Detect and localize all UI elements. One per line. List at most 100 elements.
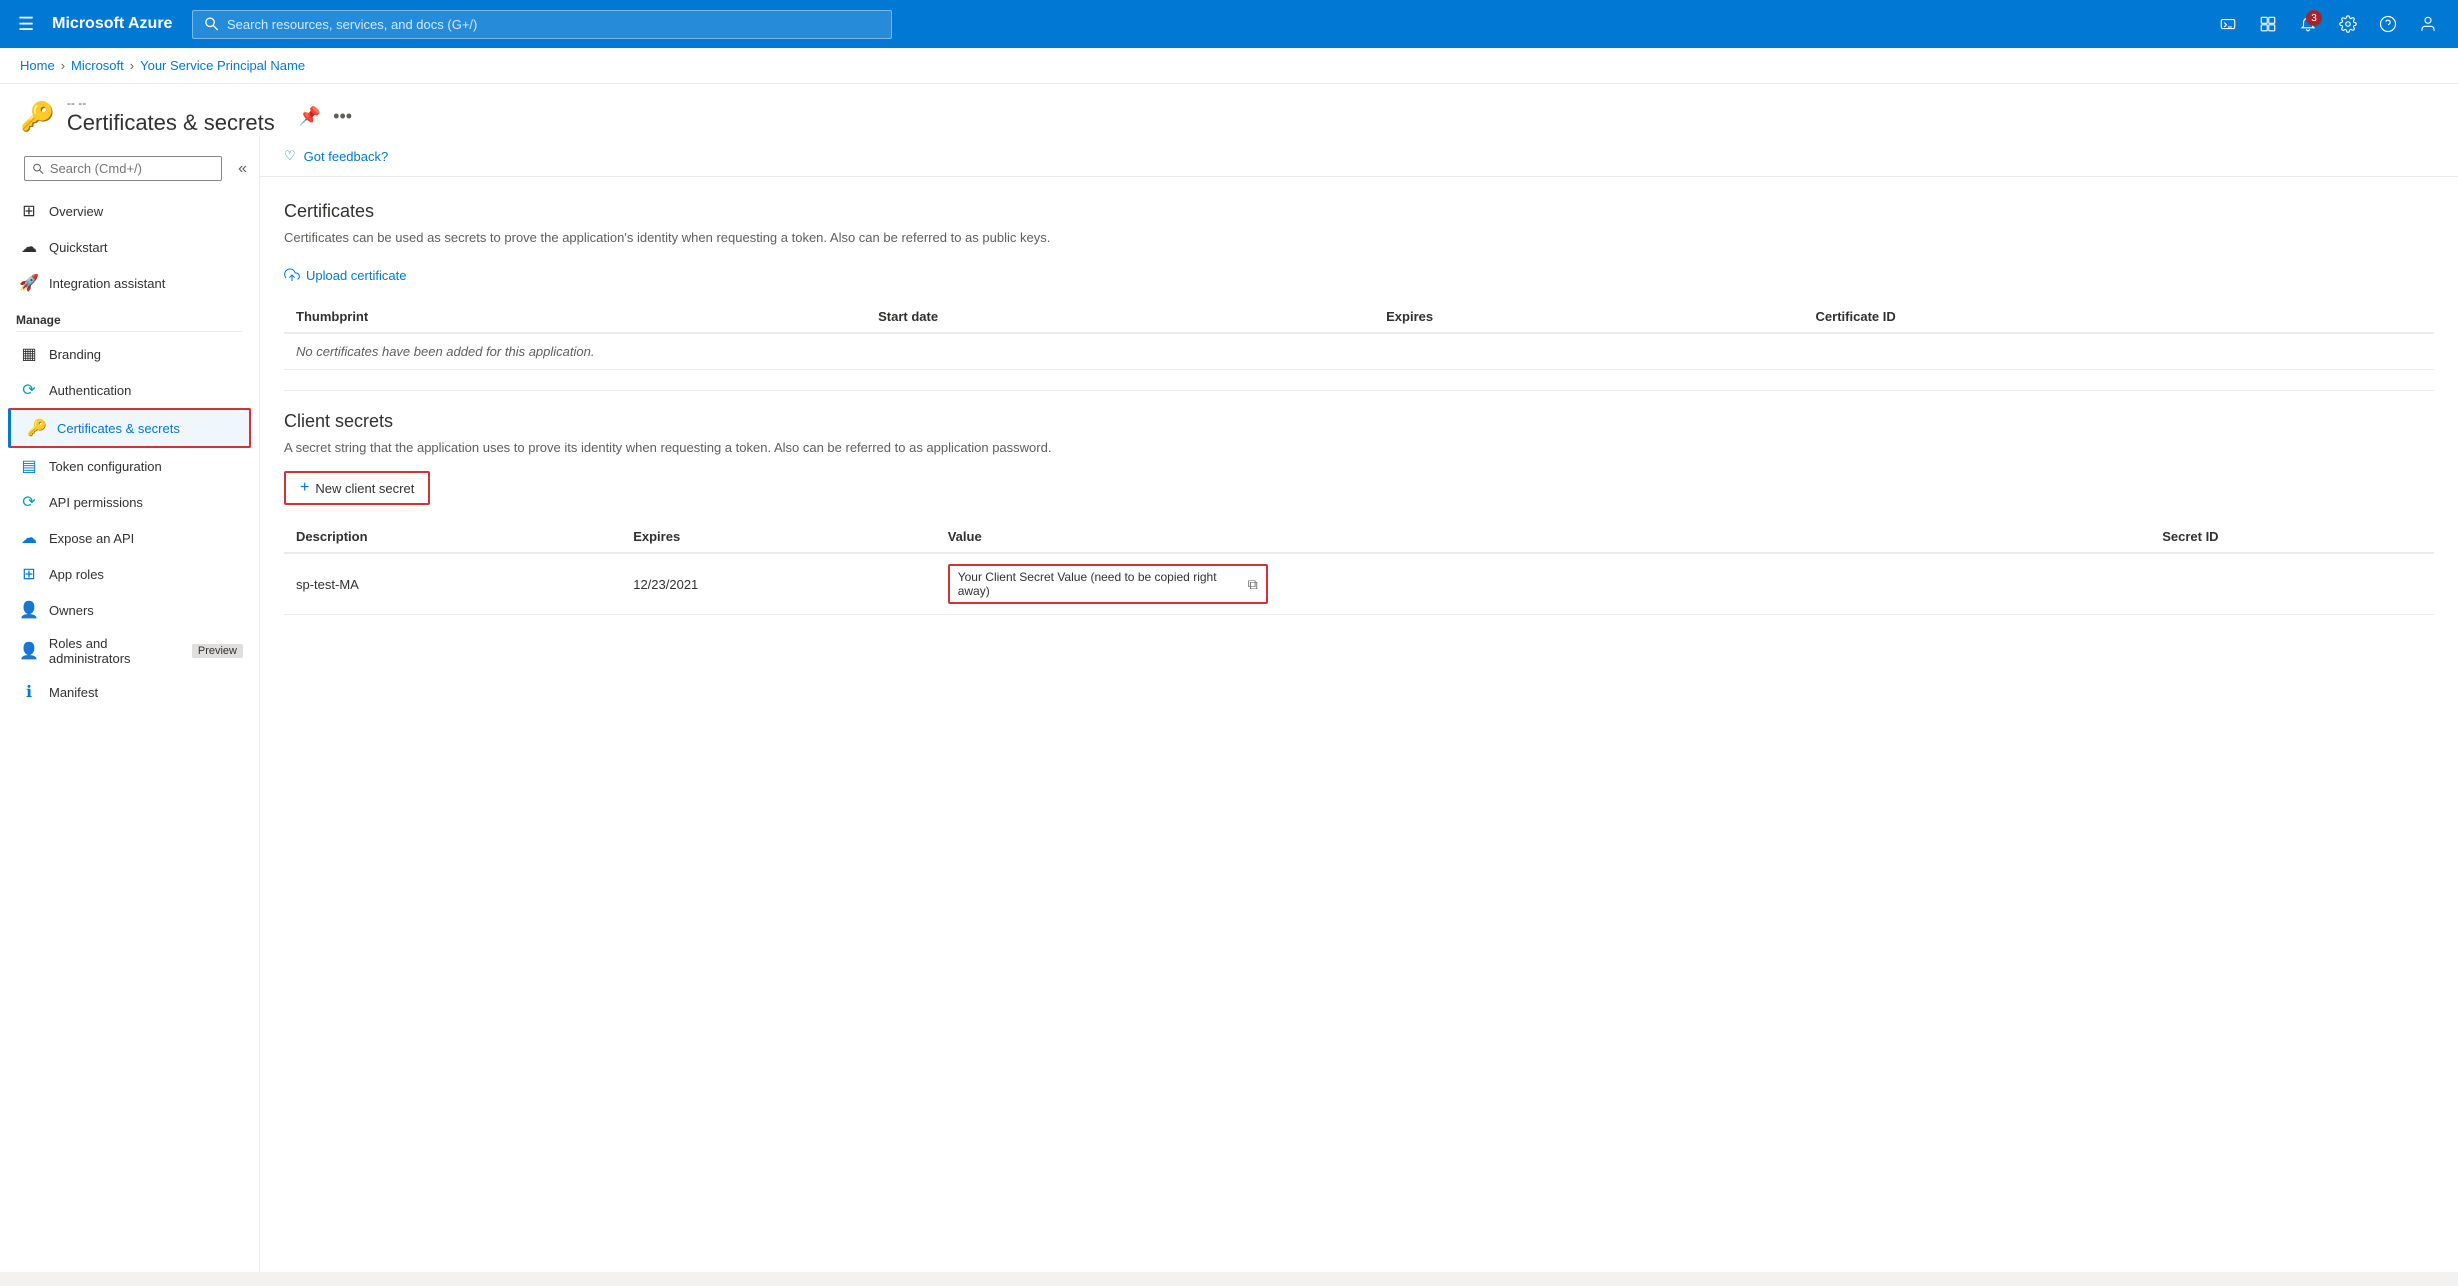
client-secrets-table: Description Expires Value Secret ID sp-t… <box>284 521 2434 615</box>
expose-icon: ☁ <box>19 528 39 548</box>
sidebar-item-roles[interactable]: 👤 Roles and administrators Preview <box>0 628 259 674</box>
sidebar-search[interactable] <box>24 156 222 181</box>
secret-description: sp-test-MA <box>284 553 621 615</box>
dir-svg <box>2259 15 2277 33</box>
sidebar-item-quickstart[interactable]: ☁ Quickstart <box>0 229 259 265</box>
hamburger-icon[interactable]: ☰ <box>12 8 40 41</box>
feedback-heart-icon: ♡ <box>284 148 296 164</box>
sidebar-search-icon <box>33 163 44 175</box>
content-inner: Certificates Certificates can be used as… <box>260 177 2458 631</box>
main-layout: « ⊞ Overview ☁ Quickstart 🚀 Integration … <box>0 136 2458 1272</box>
sidebar-search-input[interactable] <box>50 161 213 176</box>
col-expires: Expires <box>1374 301 1803 333</box>
cloud-shell-icon[interactable] <box>2210 6 2246 42</box>
col-thumbprint: Thumbprint <box>284 301 866 333</box>
more-options-icon[interactable]: ••• <box>333 106 352 127</box>
help-icon[interactable] <box>2370 6 2406 42</box>
sidebar-label-integration: Integration assistant <box>49 276 165 291</box>
cloud-shell-svg <box>2219 15 2237 33</box>
sidebar-item-expose[interactable]: ☁ Expose an API <box>0 520 259 556</box>
pin-icon[interactable]: 📌 <box>299 106 321 127</box>
auth-icon: ⟳ <box>19 380 39 400</box>
search-input[interactable] <box>227 17 879 32</box>
sidebar-label-expose: Expose an API <box>49 531 134 546</box>
client-secrets-title: Client secrets <box>284 411 2434 432</box>
sidebar-item-certs[interactable]: 🔑 Certificates & secrets <box>8 408 251 448</box>
profile-svg <box>2419 15 2437 33</box>
sidebar-label-roles: Roles and administrators <box>49 636 176 666</box>
col-description: Description <box>284 521 621 553</box>
table-row: No certificates have been added for this… <box>284 333 2434 370</box>
topbar-icons: 3 <box>2210 6 2446 42</box>
azure-logo: Microsoft Azure <box>52 15 172 33</box>
upload-icon <box>284 267 300 283</box>
sidebar-label-owners: Owners <box>49 603 94 618</box>
sidebar-item-overview[interactable]: ⊞ Overview <box>0 193 259 229</box>
api-icon: ⟳ <box>19 492 39 512</box>
breadcrumb-sep-1: › <box>61 58 65 73</box>
sidebar-item-api[interactable]: ⟳ API permissions <box>0 484 259 520</box>
manifest-icon: ℹ <box>19 682 39 702</box>
sidebar-item-manifest[interactable]: ℹ Manifest <box>0 674 259 710</box>
secret-value-cell: Your Client Secret Value (need to be cop… <box>936 553 2151 615</box>
new-secret-label: New client secret <box>315 481 414 496</box>
col-certid: Certificate ID <box>1804 301 2434 333</box>
sidebar-label-manifest: Manifest <box>49 685 98 700</box>
certificates-desc: Certificates can be used as secrets to p… <box>284 230 2434 245</box>
secret-value-box: Your Client Secret Value (need to be cop… <box>948 564 1268 604</box>
settings-icon[interactable] <box>2330 6 2366 42</box>
secret-value-text: Your Client Secret Value (need to be cop… <box>958 570 1242 598</box>
sidebar-item-authentication[interactable]: ⟳ Authentication <box>0 372 259 408</box>
sidebar-item-owners[interactable]: 👤 Owners <box>0 592 259 628</box>
page-title: Certificates & secrets <box>67 110 275 136</box>
content-area: ♡ Got feedback? Certificates Certificate… <box>260 136 2458 1272</box>
sidebar-label-branding: Branding <box>49 347 101 362</box>
directory-icon[interactable] <box>2250 6 2286 42</box>
feedback-label: Got feedback? <box>304 149 389 164</box>
token-icon: ▤ <box>19 456 39 476</box>
breadcrumb-sep-2: › <box>130 58 134 73</box>
sidebar-label-overview: Overview <box>49 204 103 219</box>
breadcrumb-spn[interactable]: Your Service Principal Name <box>140 58 305 73</box>
new-client-secret-button[interactable]: + New client secret <box>284 471 430 505</box>
sidebar-item-token[interactable]: ▤ Token configuration <box>0 448 259 484</box>
sidebar-item-branding[interactable]: ▦ Branding <box>0 336 259 372</box>
profile-icon[interactable] <box>2410 6 2446 42</box>
sidebar-label-approles: App roles <box>49 567 104 582</box>
col-expires: Expires <box>621 521 935 553</box>
feedback-bar[interactable]: ♡ Got feedback? <box>260 136 2458 177</box>
page-header: 🔑 -- -- Certificates & secrets 📌 ••• <box>0 84 2458 136</box>
sidebar-item-integration[interactable]: 🚀 Integration assistant <box>0 265 259 301</box>
search-icon <box>205 17 219 31</box>
integration-icon: 🚀 <box>19 273 39 293</box>
client-secrets-desc: A secret string that the application use… <box>284 440 2434 455</box>
sidebar: « ⊞ Overview ☁ Quickstart 🚀 Integration … <box>0 136 260 1272</box>
search-bar[interactable] <box>192 10 892 39</box>
notifications-icon[interactable]: 3 <box>2290 6 2326 42</box>
plus-icon: + <box>300 479 309 497</box>
certs-icon: 🔑 <box>27 418 47 438</box>
collapse-icon[interactable]: « <box>238 160 247 178</box>
page-subtitle: -- -- <box>67 96 275 110</box>
breadcrumb-home[interactable]: Home <box>20 58 55 73</box>
certificates-table: Thumbprint Start date Expires Certificat… <box>284 301 2434 370</box>
overview-icon: ⊞ <box>19 201 39 221</box>
sidebar-item-approles[interactable]: ⊞ App roles <box>0 556 259 592</box>
copy-icon[interactable]: ⧉ <box>1248 576 1258 593</box>
sidebar-label-authentication: Authentication <box>49 383 131 398</box>
upload-certificate-button[interactable]: Upload certificate <box>284 261 2434 289</box>
page-header-actions: 📌 ••• <box>299 106 352 127</box>
topbar: ☰ Microsoft Azure 3 <box>0 0 2458 48</box>
gear-svg <box>2339 15 2357 33</box>
upload-label: Upload certificate <box>306 268 406 283</box>
breadcrumb-microsoft[interactable]: Microsoft <box>71 58 124 73</box>
sidebar-label-token: Token configuration <box>49 459 162 474</box>
col-secretid: Secret ID <box>2150 521 2434 553</box>
sidebar-label-certs: Certificates & secrets <box>57 421 180 436</box>
preview-badge: Preview <box>192 644 243 658</box>
manage-section-title: Manage <box>0 301 259 331</box>
breadcrumb: Home › Microsoft › Your Service Principa… <box>0 48 2458 84</box>
secret-id <box>2150 553 2434 615</box>
sidebar-label-quickstart: Quickstart <box>49 240 108 255</box>
sidebar-label-api: API permissions <box>49 495 143 510</box>
